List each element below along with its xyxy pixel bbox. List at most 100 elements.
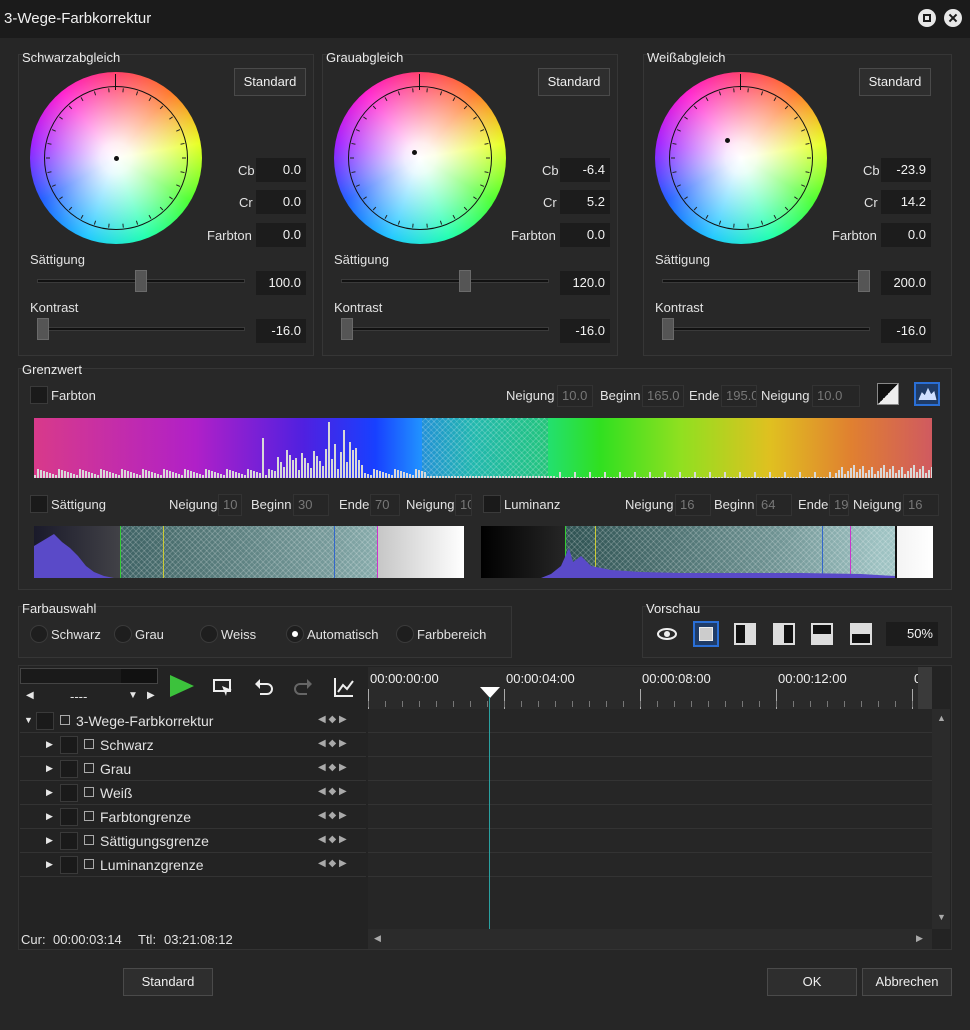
horizontal-scrollbar[interactable]: ◀ ▶ bbox=[368, 929, 932, 949]
contrast-slider-thumb[interactable] bbox=[341, 318, 353, 340]
track-row[interactable]: ▶ Grau ◀ ◆ ▶ bbox=[20, 757, 366, 781]
loop-icon[interactable] bbox=[212, 676, 234, 698]
sat-beginn-field[interactable]: 30 bbox=[293, 494, 329, 516]
footer-standard-button[interactable]: Standard bbox=[123, 968, 213, 996]
saturation-slider[interactable] bbox=[341, 279, 549, 283]
vertical-scrollbar[interactable]: ▲ ▼ bbox=[932, 709, 950, 929]
hue-neigung2-field[interactable]: 10.0 bbox=[812, 385, 860, 407]
hue-bar[interactable] bbox=[34, 418, 932, 478]
expand-icon[interactable]: ▶ bbox=[46, 835, 53, 846]
cr-field[interactable]: 5.2 bbox=[560, 190, 610, 214]
saturation-field[interactable]: 100.0 bbox=[256, 271, 306, 295]
wheel-standard-button[interactable]: Standard bbox=[538, 68, 610, 96]
track-lane[interactable] bbox=[368, 709, 932, 733]
wheel-handle[interactable] bbox=[114, 156, 119, 161]
ruler-scroll-handle[interactable] bbox=[918, 667, 932, 709]
hue-beginn-field[interactable]: 165.0 bbox=[642, 385, 684, 407]
play-icon[interactable] bbox=[170, 675, 194, 697]
collapse-icon[interactable]: ▼ bbox=[24, 715, 33, 725]
prev-arrow-icon[interactable]: ◀ bbox=[26, 690, 34, 701]
undo-icon[interactable] bbox=[253, 676, 275, 698]
keyframe-nav-icon[interactable]: ◀ ◆ ▶ bbox=[318, 858, 347, 869]
maximize-icon[interactable] bbox=[918, 9, 936, 27]
cancel-button[interactable]: Abbrechen bbox=[862, 968, 952, 996]
hue-neigung1-field[interactable]: 10.0 bbox=[557, 385, 593, 407]
preview-split-right-icon[interactable] bbox=[773, 623, 795, 645]
color-wheel[interactable] bbox=[655, 72, 827, 244]
track-area[interactable] bbox=[368, 709, 932, 929]
radio-farbbereich[interactable] bbox=[396, 625, 414, 643]
wheel-standard-button[interactable]: Standard bbox=[859, 68, 931, 96]
track-checkbox[interactable] bbox=[60, 736, 78, 754]
wheel-handle[interactable] bbox=[412, 150, 417, 155]
saturation-slider-thumb[interactable] bbox=[135, 270, 147, 292]
track-row[interactable]: ▶ Farbtongrenze ◀ ◆ ▶ bbox=[20, 805, 366, 829]
lum-neigung2-field[interactable]: 16 bbox=[903, 494, 939, 516]
eye-icon[interactable] bbox=[656, 623, 678, 645]
radio-schwarz[interactable] bbox=[30, 625, 48, 643]
track-row[interactable]: ▶ Schwarz ◀ ◆ ▶ bbox=[20, 733, 366, 757]
saturation-field[interactable]: 200.0 bbox=[881, 271, 931, 295]
cb-field[interactable]: -6.4 bbox=[560, 158, 610, 182]
keyframe-nav-icon[interactable]: ◀ ◆ ▶ bbox=[318, 786, 347, 797]
expand-icon[interactable]: ▶ bbox=[46, 811, 53, 822]
contrast-slider-thumb[interactable] bbox=[662, 318, 674, 340]
preview-split-top-icon[interactable] bbox=[811, 623, 833, 645]
contrast-slider[interactable] bbox=[662, 327, 870, 331]
contrast-field[interactable]: -16.0 bbox=[881, 319, 931, 343]
preview-split-left-icon[interactable] bbox=[734, 623, 756, 645]
cr-field[interactable]: 14.2 bbox=[881, 190, 931, 214]
contrast-field[interactable]: -16.0 bbox=[560, 319, 610, 343]
track-checkbox[interactable] bbox=[60, 832, 78, 850]
track-checkbox[interactable] bbox=[60, 760, 78, 778]
contrast-slider-thumb[interactable] bbox=[37, 318, 49, 340]
hue-field[interactable]: 0.0 bbox=[256, 223, 306, 247]
track-lane[interactable] bbox=[368, 829, 932, 853]
lum-checkbox[interactable] bbox=[483, 495, 501, 513]
contrast-field[interactable]: -16.0 bbox=[256, 319, 306, 343]
track-lane[interactable] bbox=[368, 733, 932, 757]
track-row[interactable]: ▶ Luminanzgrenze ◀ ◆ ▶ bbox=[20, 853, 366, 877]
track-row[interactable]: ▶ Sättigungsgrenze ◀ ◆ ▶ bbox=[20, 829, 366, 853]
keyframe-nav-icon[interactable]: ◀ ◆ ▶ bbox=[318, 762, 347, 773]
close-icon[interactable] bbox=[944, 9, 962, 27]
lum-neigung1-field[interactable]: 16 bbox=[675, 494, 711, 516]
radio-grau[interactable] bbox=[114, 625, 132, 643]
timeline-mini-bar[interactable] bbox=[20, 668, 158, 684]
saturation-slider-thumb[interactable] bbox=[459, 270, 471, 292]
expand-icon[interactable]: ▶ bbox=[46, 787, 53, 798]
saturation-slider[interactable] bbox=[662, 279, 870, 283]
wheel-handle[interactable] bbox=[725, 138, 730, 143]
saturation-slider-thumb[interactable] bbox=[858, 270, 870, 292]
color-wheel[interactable] bbox=[334, 72, 506, 244]
color-wheel[interactable] bbox=[30, 72, 202, 244]
cr-field[interactable]: 0.0 bbox=[256, 190, 306, 214]
preview-full-icon[interactable] bbox=[693, 621, 719, 647]
invert-icon[interactable] bbox=[877, 383, 899, 405]
lum-beginn-field[interactable]: 64 bbox=[756, 494, 792, 516]
track-checkbox[interactable] bbox=[60, 784, 78, 802]
track-root-row[interactable]: ▼ 3-Wege-Farbkorrektur ◀ ◆ ▶ bbox=[20, 709, 366, 733]
contrast-slider[interactable] bbox=[37, 327, 245, 331]
hue-checkbox[interactable] bbox=[30, 386, 48, 404]
hue-field[interactable]: 0.0 bbox=[560, 223, 610, 247]
expand-icon[interactable]: ▶ bbox=[46, 739, 53, 750]
keyframe-nav-icon[interactable]: ◀ ◆ ▶ bbox=[318, 810, 347, 821]
track-lane[interactable] bbox=[368, 781, 932, 805]
expand-icon[interactable]: ▶ bbox=[46, 763, 53, 774]
saturation-field[interactable]: 120.0 bbox=[560, 271, 610, 295]
redo-icon[interactable] bbox=[292, 676, 314, 698]
preview-split-bottom-icon[interactable] bbox=[850, 623, 872, 645]
timeline-ruler[interactable]: 00:00:00:00 00:00:04:00 00:00:08:00 00:00:1… bbox=[368, 667, 932, 709]
track-checkbox[interactable] bbox=[60, 856, 78, 874]
next-arrow-icon[interactable]: ▶ bbox=[147, 690, 155, 701]
wheel-standard-button[interactable]: Standard bbox=[234, 68, 306, 96]
track-row[interactable]: ▶ Weiß ◀ ◆ ▶ bbox=[20, 781, 366, 805]
graph-icon[interactable] bbox=[333, 676, 355, 698]
sat-neigung2-field[interactable]: 10 bbox=[455, 494, 472, 516]
sat-ende-field[interactable]: 70 bbox=[370, 494, 400, 516]
sat-bar[interactable] bbox=[34, 526, 464, 578]
ok-button[interactable]: OK bbox=[767, 968, 857, 996]
track-lane[interactable] bbox=[368, 805, 932, 829]
cb-field[interactable]: -23.9 bbox=[881, 158, 931, 182]
